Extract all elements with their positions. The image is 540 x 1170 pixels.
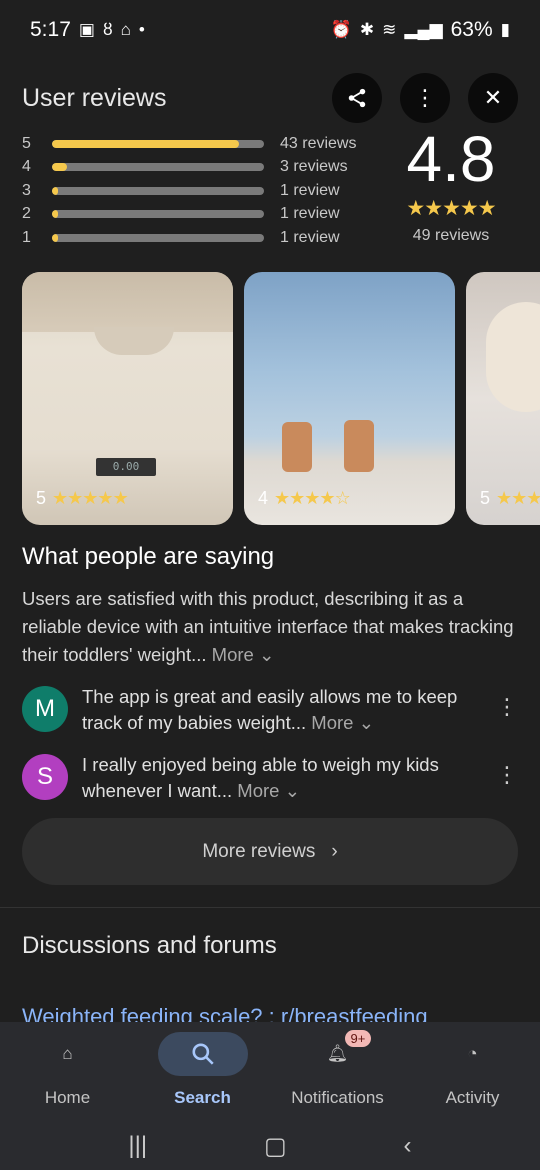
notification-badge: 9+ [344, 1030, 372, 1047]
chevron-right-icon: › [331, 840, 338, 862]
overall-score: 4.8 [406, 123, 496, 195]
home-icon: ⌂ [62, 1044, 73, 1063]
tab-activity[interactable]: ◔ Activity [405, 1022, 540, 1122]
scale-display: 0.00 [96, 458, 156, 476]
search-icon [191, 1043, 214, 1065]
summary-more-link[interactable]: More ⌄ [212, 644, 275, 665]
review-more-link[interactable]: More ⌄ [311, 712, 374, 733]
incognito-icon: ⌂ [120, 20, 131, 39]
review-photo[interactable]: 4 ★★★★☆ [244, 272, 455, 525]
rating-fill-5 [52, 139, 239, 148]
photo-rating-badge: 4 ★★★★☆ [258, 488, 351, 508]
header: User reviews ⋮ ✕ [22, 70, 518, 126]
bottom-navigation: ⌂ Home Search 🔔︎ 9+ Notifications ◔ Acti… [0, 1022, 540, 1170]
review-text: The app is great and easily allows me to… [82, 686, 458, 733]
overflow-menu-button[interactable]: ⋮ [400, 73, 450, 123]
rating-fill-3 [52, 186, 59, 195]
tab-home[interactable]: ⌂ Home [0, 1022, 135, 1122]
review-item: M The app is great and easily allows me … [22, 684, 518, 736]
dot-icon: • [138, 20, 145, 39]
share-icon [348, 88, 366, 108]
total-reviews: 49 reviews [412, 227, 490, 244]
review-item: S I really enjoyed being able to weigh m… [22, 752, 518, 804]
rating-row-4[interactable]: 43 reviews [22, 156, 362, 180]
gallery-icon: ▣ [78, 20, 95, 39]
close-icon: ✕ [483, 85, 503, 110]
history-icon: ◔ [467, 1044, 478, 1063]
status-bar: 5:17 ▣ ȣ ⌂ • ⏰ ✱ ≋ ▂▄▆ 63% ▮ [0, 0, 540, 60]
wifi-icon: ≋ [382, 20, 397, 39]
rating-fill-4 [52, 163, 67, 172]
tab-notifications[interactable]: 🔔︎ 9+ Notifications [270, 1022, 405, 1122]
review-photo[interactable]: 5 ★★★ [466, 272, 540, 525]
share-button[interactable] [332, 73, 382, 123]
rating-row-1[interactable]: 11 review [22, 226, 362, 250]
close-button[interactable]: ✕ [468, 73, 518, 123]
rating-fill-2 [52, 210, 59, 219]
photo-rating-badge: 5 ★★★ [480, 488, 540, 508]
recents-icon[interactable]: ||| [128, 1132, 147, 1160]
overall-rating: 4.8 ★★★★★ 49 reviews [392, 126, 510, 245]
review-photos-carousel[interactable]: 0.00 5 ★★★★★ 4 ★★★★☆ 5 ★★★ [22, 272, 540, 525]
rating-row-2[interactable]: 21 review [22, 203, 362, 227]
summary-title: What people are saying [22, 543, 275, 570]
home-button-icon[interactable]: ▢ [264, 1132, 287, 1161]
bluetooth-icon: ✱ [359, 20, 375, 39]
review-photo[interactable]: 0.00 5 ★★★★★ [22, 272, 233, 525]
summary-text: Users are satisfied with this product, d… [22, 588, 514, 665]
clock: 5:17 [30, 18, 71, 41]
signal-icon: ▂▄▆ [404, 20, 443, 39]
divider [0, 907, 540, 908]
back-icon[interactable]: ‹ [404, 1132, 412, 1160]
overall-stars: ★★★★★ [406, 197, 496, 220]
avatar: S [22, 754, 68, 800]
review-menu-button[interactable]: ⋮ [496, 762, 518, 804]
more-vert-icon: ⋮ [414, 85, 436, 110]
alarm-icon: ⏰ [330, 20, 352, 39]
battery-percent: 63% [450, 18, 493, 41]
rating-distribution: 5 43 reviews 43 reviews 31 review 21 revi… [22, 132, 362, 250]
avatar: M [22, 686, 68, 732]
page-title: User reviews [22, 83, 167, 112]
rating-row-3[interactable]: 31 review [22, 179, 362, 203]
star-icons: ★★★★★ [52, 488, 129, 508]
star-icons: ★★★ [496, 488, 540, 508]
more-reviews-button[interactable]: More reviews › [22, 818, 518, 885]
bell-icon: 🔔︎ [326, 1044, 349, 1063]
discussions-title: Discussions and forums [22, 932, 277, 959]
summary-section: What people are saying Users are satisfi… [22, 543, 518, 669]
tab-search[interactable]: Search [135, 1022, 270, 1122]
photo-rating-badge: 5 ★★★★★ [36, 488, 129, 508]
system-navigation: ||| ▢ ‹ [0, 1122, 540, 1170]
plush-toy [486, 302, 540, 412]
review-more-link[interactable]: More ⌄ [237, 780, 300, 801]
battery-icon: ▮ [500, 20, 510, 39]
review-menu-button[interactable]: ⋮ [496, 694, 518, 736]
star-icons: ★★★★☆ [274, 488, 351, 508]
link-icon: ȣ [102, 20, 113, 39]
rating-fill-1 [52, 233, 59, 242]
rating-row-5[interactable]: 5 43 reviews [22, 132, 362, 156]
